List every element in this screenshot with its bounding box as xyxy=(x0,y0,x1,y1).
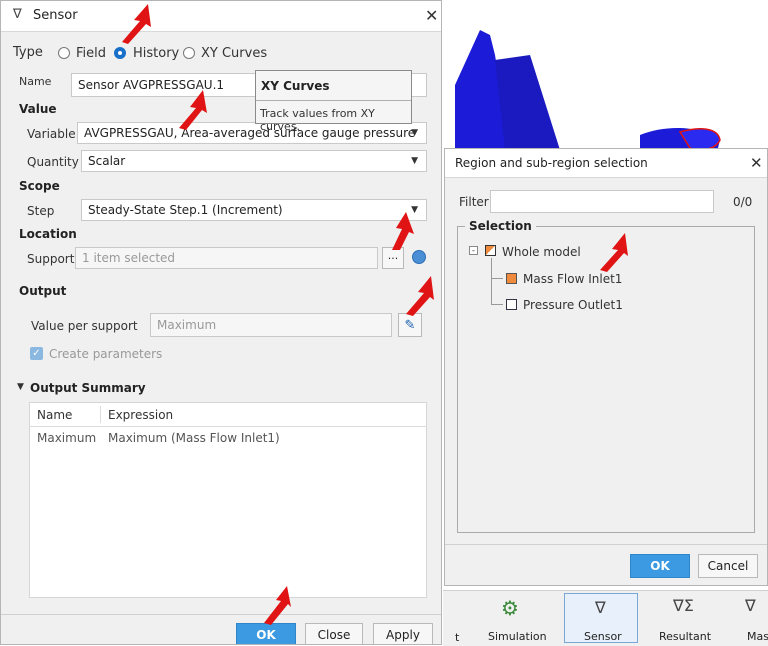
annotation-overlay xyxy=(122,4,628,625)
annotation-arrow-icon xyxy=(600,233,628,272)
annotation-arrow-icon xyxy=(264,586,291,625)
annotation-arrow-icon xyxy=(392,212,414,250)
annotation-arrow-icon xyxy=(406,276,434,316)
annotation-arrow-icon xyxy=(179,90,207,130)
annotation-arrow-icon xyxy=(122,4,151,44)
